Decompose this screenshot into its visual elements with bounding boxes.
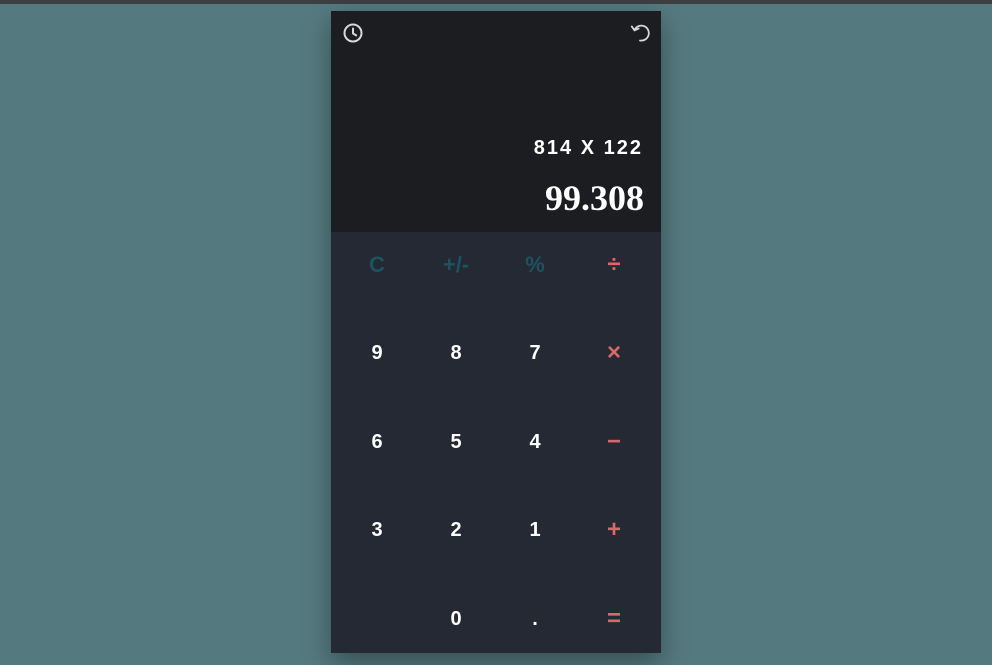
digit-6-button[interactable]: 6 [337,412,417,472]
clear-button[interactable]: C [337,235,417,295]
calculator-display: 814 X 122 99.308 [331,11,661,232]
digit-7-button[interactable]: 7 [495,323,575,383]
digit-8-button[interactable]: 8 [416,323,496,383]
digit-2-button[interactable]: 2 [416,500,496,560]
digit-0-button[interactable]: 0 [416,589,496,649]
digit-1-button[interactable]: 1 [495,500,575,560]
equals-button[interactable]: = [574,589,654,649]
history-clock-icon[interactable] [342,22,364,44]
keypad: C +/- % ÷ 9 8 7 × 6 5 4 − 3 2 1 + 0 . = [331,232,661,653]
calculator: 814 X 122 99.308 C +/- % ÷ 9 8 7 × 6 5 4… [331,11,661,653]
result-display: 99.308 [545,178,644,218]
multiply-button[interactable]: × [574,323,654,383]
plus-button[interactable]: + [574,500,654,560]
digit-4-button[interactable]: 4 [495,412,575,472]
digit-5-button[interactable]: 5 [416,412,496,472]
browser-top-strip [0,0,992,4]
expression-display: 814 X 122 [533,137,643,159]
percent-button[interactable]: % [495,235,575,295]
digit-3-button[interactable]: 3 [337,500,417,560]
undo-icon[interactable] [629,22,651,44]
digit-9-button[interactable]: 9 [337,323,417,383]
minus-button[interactable]: − [574,412,654,472]
divide-button[interactable]: ÷ [574,235,654,295]
sign-toggle-button[interactable]: +/- [416,235,496,295]
decimal-button[interactable]: . [495,589,575,649]
